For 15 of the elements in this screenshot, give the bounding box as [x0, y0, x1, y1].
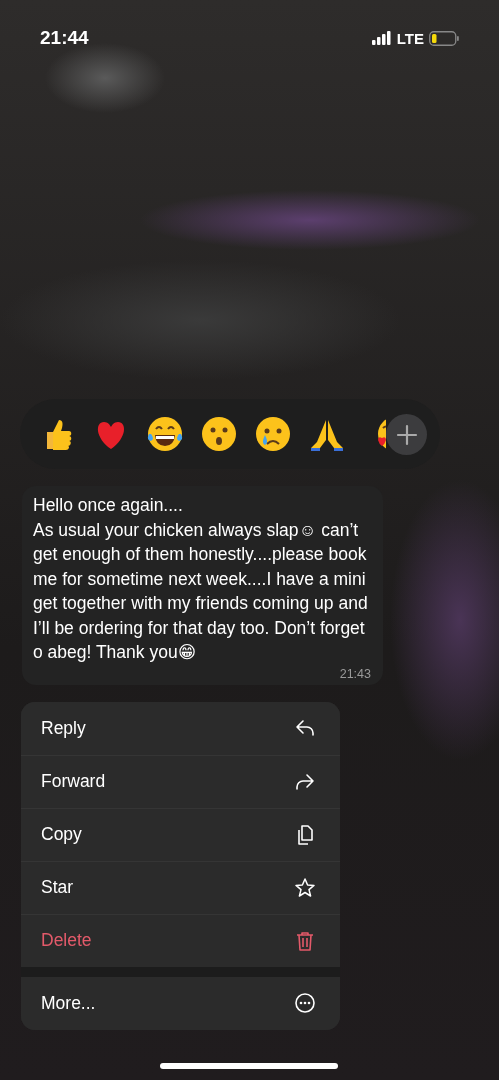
laughing-face-icon[interactable] [145, 414, 185, 454]
plus-icon [395, 423, 418, 446]
add-reaction-button[interactable] [386, 414, 427, 455]
reply-icon [294, 717, 316, 739]
message-time: 21:43 [339, 666, 371, 681]
signal-icon [371, 31, 392, 45]
message-text: Hello once again.... As usual your chicken always slap☺ can’t get enough of them honestly....please book me for sometime next week....I have a mini get together with my friends coming up and I’ll be ordering for that day too. Don’t forget o abeg! Thank you😁 [33, 494, 369, 664]
crying-face-icon[interactable] [253, 414, 293, 454]
status-time: 21:44 [40, 27, 89, 49]
surprised-face-icon[interactable] [199, 414, 239, 454]
trash-icon [294, 929, 316, 952]
battery-icon [429, 30, 459, 46]
network-label: LTE [396, 29, 424, 47]
star-icon [294, 876, 316, 899]
more-icon [294, 992, 316, 1014]
